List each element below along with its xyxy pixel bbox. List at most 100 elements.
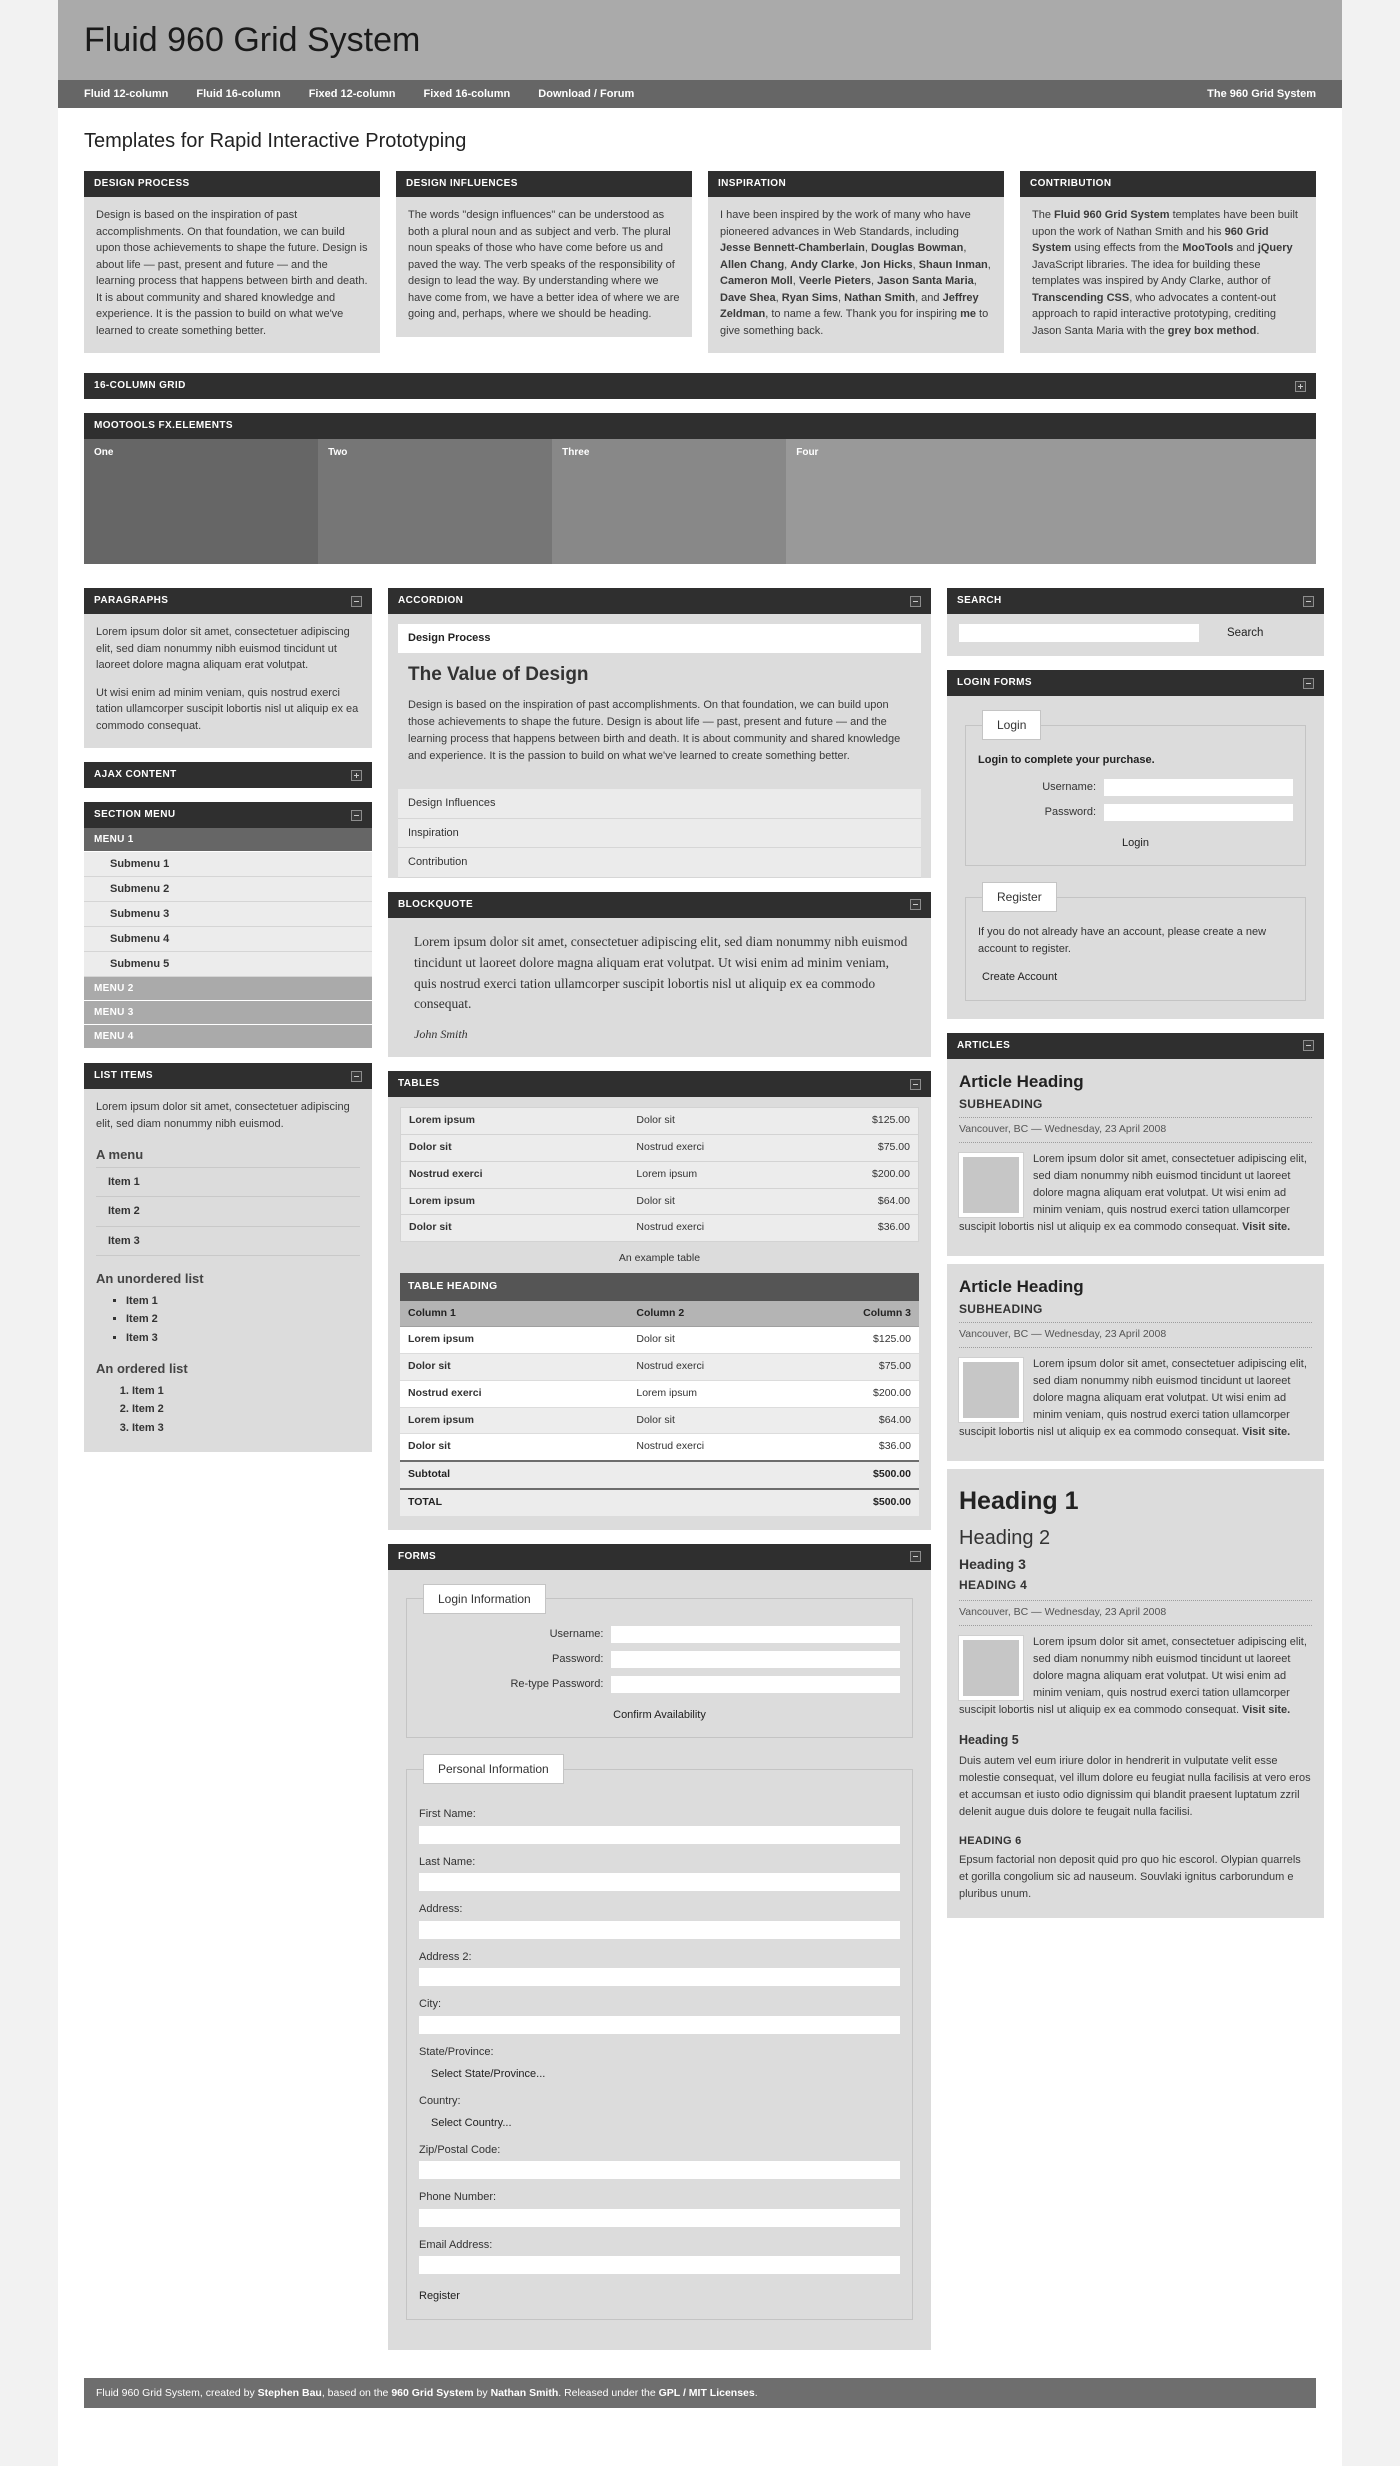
box-body: Article Heading SUBHEADING Vancouver, BC… bbox=[947, 1263, 1324, 1462]
menu-item-4[interactable]: MENU 4 bbox=[84, 1025, 372, 1049]
box-title: INSPIRATION bbox=[718, 178, 787, 189]
list-item[interactable]: Item 1 bbox=[96, 1166, 360, 1197]
collapse-toggle-icon[interactable] bbox=[1303, 595, 1314, 607]
right-column: SEARCH Search LOGIN FORMS Login Login to… bbox=[947, 588, 1324, 1932]
table-total-row: TOTAL $500.00 bbox=[400, 1487, 919, 1516]
box-header: DESIGN PROCESS bbox=[84, 171, 380, 197]
collapse-toggle-icon[interactable] bbox=[351, 595, 362, 607]
submenu-item-4[interactable]: Submenu 4 bbox=[84, 927, 372, 952]
list-item[interactable]: Item 3 bbox=[96, 1227, 360, 1256]
submenu-item-5[interactable]: Submenu 5 bbox=[84, 952, 372, 977]
fx-bar-four[interactable]: Four bbox=[786, 439, 1316, 564]
expand-toggle-icon[interactable] bbox=[351, 769, 362, 781]
collapse-toggle-icon[interactable] bbox=[910, 1078, 921, 1090]
collapse-toggle-icon[interactable] bbox=[910, 1551, 921, 1563]
menu-item-3[interactable]: MENU 3 bbox=[84, 1001, 372, 1025]
box-design-process: DESIGN PROCESS Design is based on the in… bbox=[84, 171, 380, 353]
accordion-tab-contribution[interactable]: Contribution bbox=[398, 848, 921, 878]
fx-bar-one[interactable]: One bbox=[84, 439, 319, 564]
city-input[interactable] bbox=[419, 2015, 900, 2034]
expand-toggle-icon[interactable] bbox=[1295, 380, 1306, 392]
phone-number-label: Phone Number: bbox=[419, 2191, 497, 2204]
address-input[interactable] bbox=[419, 1920, 900, 1939]
submenu-item-2[interactable]: Submenu 2 bbox=[84, 877, 372, 902]
menu-item-1[interactable]: MENU 1 bbox=[84, 828, 372, 852]
demo-article-link[interactable]: Visit site. bbox=[1242, 1704, 1290, 1716]
password-label: Password: bbox=[1044, 805, 1096, 818]
column-header-2: Column 2 bbox=[628, 1300, 805, 1328]
cell-col2: Nostrud exerci bbox=[628, 1433, 805, 1462]
email-address-input[interactable] bbox=[419, 2256, 900, 2275]
cell-col2: Nostrud exerci bbox=[636, 1221, 705, 1234]
box-title: TABLES bbox=[398, 1078, 440, 1090]
list-item: Item 1 bbox=[132, 1383, 360, 1400]
grid-header-box: 16-COLUMN GRID bbox=[84, 373, 1316, 399]
box-header: SEARCH bbox=[947, 588, 1324, 614]
box-header: LOGIN FORMS bbox=[947, 670, 1324, 696]
username-input[interactable] bbox=[611, 1625, 900, 1643]
nav-item-fixed-12[interactable]: Fixed 12-column bbox=[309, 88, 396, 100]
search-button[interactable]: Search bbox=[1227, 627, 1263, 639]
cell-col3: $36.00 bbox=[804, 1433, 919, 1462]
accordion-tab-open[interactable]: Design Process bbox=[398, 624, 921, 653]
accordion-tab-inspiration[interactable]: Inspiration bbox=[398, 818, 921, 849]
retype-password-input[interactable] bbox=[611, 1675, 900, 1693]
menu-item-2[interactable]: MENU 2 bbox=[84, 977, 372, 1001]
subtotal-label: Subtotal bbox=[400, 1460, 629, 1489]
accordion-panel: The Value of Design Design is based on t… bbox=[398, 653, 921, 780]
article-link[interactable]: Visit site. bbox=[1242, 1221, 1290, 1233]
collapse-toggle-icon[interactable] bbox=[1303, 677, 1314, 689]
country-select[interactable]: Select Country... bbox=[419, 2112, 900, 2132]
zip-postal-input[interactable] bbox=[419, 2161, 900, 2180]
nav-item-fluid-12[interactable]: Fluid 12-column bbox=[84, 88, 168, 100]
search-input[interactable] bbox=[959, 624, 1199, 642]
submenu-item-1[interactable]: Submenu 1 bbox=[84, 852, 372, 877]
accordion-tab-design-influences[interactable]: Design Influences bbox=[398, 789, 921, 819]
confirm-availability-button[interactable]: Confirm Availability bbox=[613, 1709, 706, 1721]
state-province-select[interactable]: Select State/Province... bbox=[419, 2063, 900, 2083]
demo-heading-4: HEADING 4 bbox=[959, 1577, 1028, 1592]
cell-col3: $64.00 bbox=[804, 1407, 919, 1435]
first-name-input[interactable] bbox=[419, 1825, 900, 1844]
collapse-toggle-icon[interactable] bbox=[351, 1070, 362, 1082]
collapse-toggle-icon[interactable] bbox=[1303, 1040, 1314, 1051]
nav-item-fluid-16[interactable]: Fluid 16-column bbox=[196, 88, 280, 100]
nav-item-fixed-16[interactable]: Fixed 16-column bbox=[423, 88, 510, 100]
fx-bar-two[interactable]: Two bbox=[318, 439, 553, 564]
unordered-list-heading: An unordered list bbox=[96, 1271, 204, 1286]
city-label: City: bbox=[419, 1998, 441, 2011]
password-input[interactable] bbox=[1104, 803, 1293, 821]
box-title: LIST ITEMS bbox=[94, 1070, 153, 1081]
page-root: Fluid 960 Grid System Fluid 12-column Fl… bbox=[0, 0, 1400, 2466]
article-dateline: Vancouver, BC — Wednesday, 23 April 2008 bbox=[959, 1117, 1312, 1143]
collapse-toggle-icon[interactable] bbox=[910, 595, 921, 607]
last-name-input[interactable] bbox=[419, 1873, 900, 1892]
first-name-label: First Name: bbox=[419, 1808, 476, 1821]
create-account-button[interactable]: Create Account bbox=[982, 971, 1057, 983]
username-input[interactable] bbox=[1104, 778, 1293, 796]
box-title: FORMS bbox=[398, 1550, 437, 1562]
phone-number-input[interactable] bbox=[419, 2208, 900, 2227]
submenu-item-3[interactable]: Submenu 3 bbox=[84, 902, 372, 927]
site-title: Fluid 960 Grid System bbox=[84, 20, 421, 59]
register-button[interactable]: Register bbox=[419, 2290, 460, 2302]
article-link[interactable]: Visit site. bbox=[1242, 1426, 1290, 1438]
box-body: Article Heading SUBHEADING Vancouver, BC… bbox=[947, 1058, 1324, 1256]
box-header: INSPIRATION bbox=[708, 171, 1004, 197]
table-caption: An example table bbox=[618, 1252, 701, 1265]
nav-right-label[interactable]: The 960 Grid System bbox=[1207, 88, 1316, 100]
collapse-toggle-icon[interactable] bbox=[351, 809, 362, 821]
box-title: CONTRIBUTION bbox=[1030, 178, 1112, 189]
nav-item-download-forum[interactable]: Download / Forum bbox=[538, 88, 634, 100]
fx-bar-three[interactable]: Three bbox=[552, 439, 787, 564]
login-button[interactable]: Login bbox=[1122, 837, 1149, 849]
box-header: ARTICLES bbox=[947, 1032, 1324, 1059]
address2-input[interactable] bbox=[419, 1968, 900, 1987]
list-item: Item 2 bbox=[132, 1401, 360, 1418]
list-item[interactable]: Item 2 bbox=[96, 1197, 360, 1227]
content-shell: Fluid 960 Grid System Fluid 12-column Fl… bbox=[58, 0, 1342, 2466]
password-input[interactable] bbox=[611, 1650, 900, 1668]
demo-article-block: Lorem ipsum dolor sit amet, consectetuer… bbox=[958, 1634, 1312, 1719]
column-header-3: Column 3 bbox=[804, 1300, 919, 1328]
collapse-toggle-icon[interactable] bbox=[910, 899, 921, 911]
